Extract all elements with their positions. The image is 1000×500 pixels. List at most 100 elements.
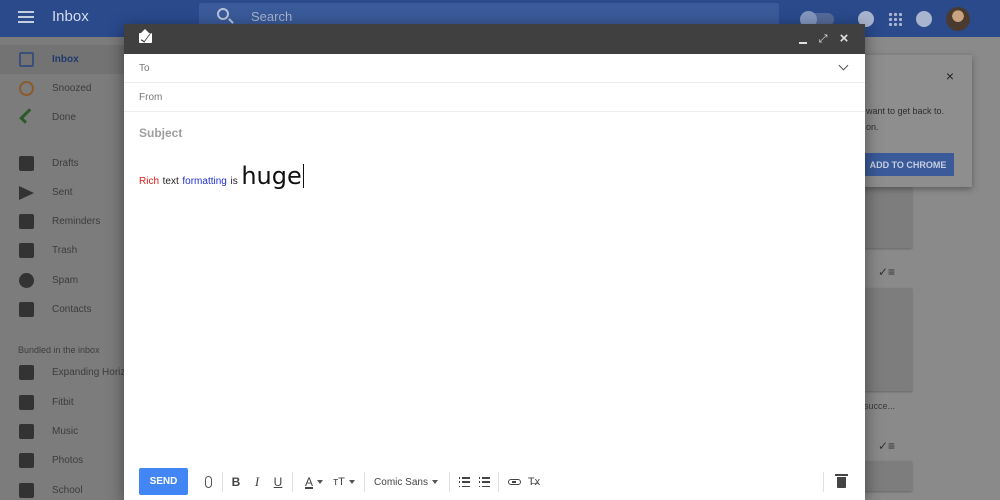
- done-all-icon[interactable]: ✓≡: [878, 265, 895, 279]
- bundle-mail-icon: [19, 365, 34, 380]
- font-family-value: Comic Sans: [374, 476, 428, 488]
- to-label: To: [139, 63, 150, 74]
- to-field[interactable]: To: [124, 54, 865, 83]
- notifications-icon[interactable]: [916, 11, 932, 27]
- sidebar-item-reminders[interactable]: Reminders: [0, 207, 125, 236]
- bundle-mail-icon: [19, 424, 34, 439]
- underline-button[interactable]: U: [272, 474, 284, 490]
- check-icon: [19, 108, 35, 124]
- sidebar-item-spam[interactable]: Spam: [0, 266, 125, 295]
- italic-button[interactable]: I: [251, 474, 263, 490]
- toolbar-divider: [498, 472, 499, 492]
- toolbar-divider: [364, 472, 365, 492]
- sidebar-item-label: Done: [52, 112, 76, 123]
- message-card[interactable]: [864, 288, 912, 391]
- paperclip-icon: [204, 476, 212, 488]
- chevron-down-icon[interactable]: [838, 60, 849, 71]
- bundle-mail-icon: [19, 395, 34, 410]
- sidebar-item-label: Sent: [52, 187, 73, 198]
- sidebar-bundle-photos[interactable]: Photos: [0, 446, 125, 475]
- message-card[interactable]: [864, 461, 912, 491]
- remove-formatting-icon: T̶x: [527, 476, 541, 488]
- message-snippet: succe...: [864, 401, 896, 411]
- contacts-icon: [19, 302, 34, 317]
- sidebar-item-label: Music: [52, 426, 79, 437]
- bulleted-list-icon: [458, 477, 470, 487]
- sidebar-bundle-expanding-horizons[interactable]: Expanding Horizons: [0, 358, 142, 387]
- apps-grid-icon[interactable]: [888, 12, 902, 26]
- toolbar-divider: [292, 472, 293, 492]
- sidebar-item-label: School: [52, 485, 83, 496]
- text-size-icon: тT: [333, 476, 345, 488]
- body-word-large: huge: [241, 162, 302, 190]
- promo-text-line: on.: [866, 122, 879, 132]
- body-word: text: [162, 176, 179, 187]
- bundle-mail-icon: [19, 453, 34, 468]
- sidebar-item-inbox[interactable]: Inbox: [0, 45, 125, 74]
- sidebar-item-label: Inbox: [52, 54, 79, 65]
- avatar[interactable]: [946, 7, 970, 31]
- send-button[interactable]: SEND: [139, 468, 188, 495]
- sidebar-item-sent[interactable]: Sent: [0, 178, 125, 207]
- sidebar-bundle-school[interactable]: School: [0, 476, 125, 500]
- message-body-editor[interactable]: Rich text formatting is huge: [139, 162, 304, 190]
- drafts-icon: [19, 156, 34, 171]
- subject-input[interactable]: Subject: [139, 126, 182, 140]
- sidebar-item-trash[interactable]: Trash: [0, 236, 125, 265]
- numbered-list-icon: [478, 477, 490, 487]
- sidebar-item-label: Snoozed: [52, 83, 92, 94]
- send-icon: [19, 185, 34, 200]
- font-color-icon: A: [304, 475, 313, 489]
- text-cursor: [302, 164, 304, 188]
- bold-button[interactable]: B: [230, 474, 242, 490]
- remove-formatting-button[interactable]: T̶x: [527, 474, 541, 490]
- sidebar-item-label: Spam: [52, 275, 79, 286]
- dropdown-arrow-icon: [317, 480, 323, 484]
- sidebar-item-contacts[interactable]: Contacts: [0, 295, 125, 324]
- attach-button[interactable]: [202, 474, 214, 490]
- sidebar-item-label: Fitbit: [52, 397, 74, 408]
- text-size-button[interactable]: тT: [331, 474, 357, 490]
- toolbar-divider: [823, 472, 824, 492]
- body-word-blue: formatting: [182, 176, 227, 187]
- dropdown-arrow-icon: [431, 480, 438, 484]
- link-icon: [507, 479, 521, 485]
- sidebar-item-label: Drafts: [52, 158, 79, 169]
- font-color-button[interactable]: A: [300, 474, 328, 490]
- toolbar-divider: [449, 472, 450, 492]
- sidebar-bundle-fitbit[interactable]: Fitbit: [0, 388, 125, 417]
- toolbar-divider: [222, 472, 223, 492]
- discard-draft-button[interactable]: [834, 473, 848, 490]
- sidebar-item-label: Reminders: [52, 216, 101, 227]
- dropdown-arrow-icon: [348, 480, 355, 484]
- from-label: From: [139, 92, 163, 103]
- close-icon[interactable]: ×: [946, 68, 954, 84]
- insert-link-button[interactable]: [506, 474, 522, 490]
- sidebar: Inbox Snoozed Done Drafts Sent Reminders…: [0, 37, 142, 500]
- sidebar-item-drafts[interactable]: Drafts: [0, 149, 125, 178]
- fullscreen-button[interactable]: ⤢: [816, 32, 830, 46]
- done-all-icon[interactable]: ✓≡: [878, 439, 895, 453]
- message-card[interactable]: [864, 187, 912, 248]
- sidebar-item-done[interactable]: Done: [0, 103, 125, 132]
- bundle-mail-icon: [19, 483, 34, 498]
- font-family-select[interactable]: Comic Sans: [370, 474, 442, 490]
- from-field[interactable]: From: [124, 83, 865, 112]
- bulleted-list-button[interactable]: [457, 474, 471, 490]
- add-to-chrome-button[interactable]: ADD TO CHROME: [862, 153, 954, 176]
- numbered-list-button[interactable]: [477, 474, 491, 490]
- close-compose-button[interactable]: ×: [837, 30, 851, 47]
- reminder-hand-icon: [19, 214, 34, 229]
- body-word: is: [230, 176, 238, 187]
- chrome-promo-card: × want to get back to. on. ADD TO CHROME: [858, 55, 972, 187]
- close-icon: ×: [839, 30, 849, 47]
- compose-header: ⤢ ×: [124, 24, 865, 54]
- minimize-button[interactable]: [796, 32, 810, 46]
- body-word-red: Rich: [139, 176, 160, 187]
- spam-icon: [19, 273, 34, 288]
- minimize-icon: [799, 42, 807, 44]
- sidebar-bundle-music[interactable]: Music: [0, 417, 125, 446]
- hamburger-menu-icon[interactable]: [18, 11, 34, 23]
- sidebar-item-snoozed[interactable]: Snoozed: [0, 74, 125, 103]
- compose-window: ⤢ × To From Subject Rich text formatting…: [124, 24, 865, 500]
